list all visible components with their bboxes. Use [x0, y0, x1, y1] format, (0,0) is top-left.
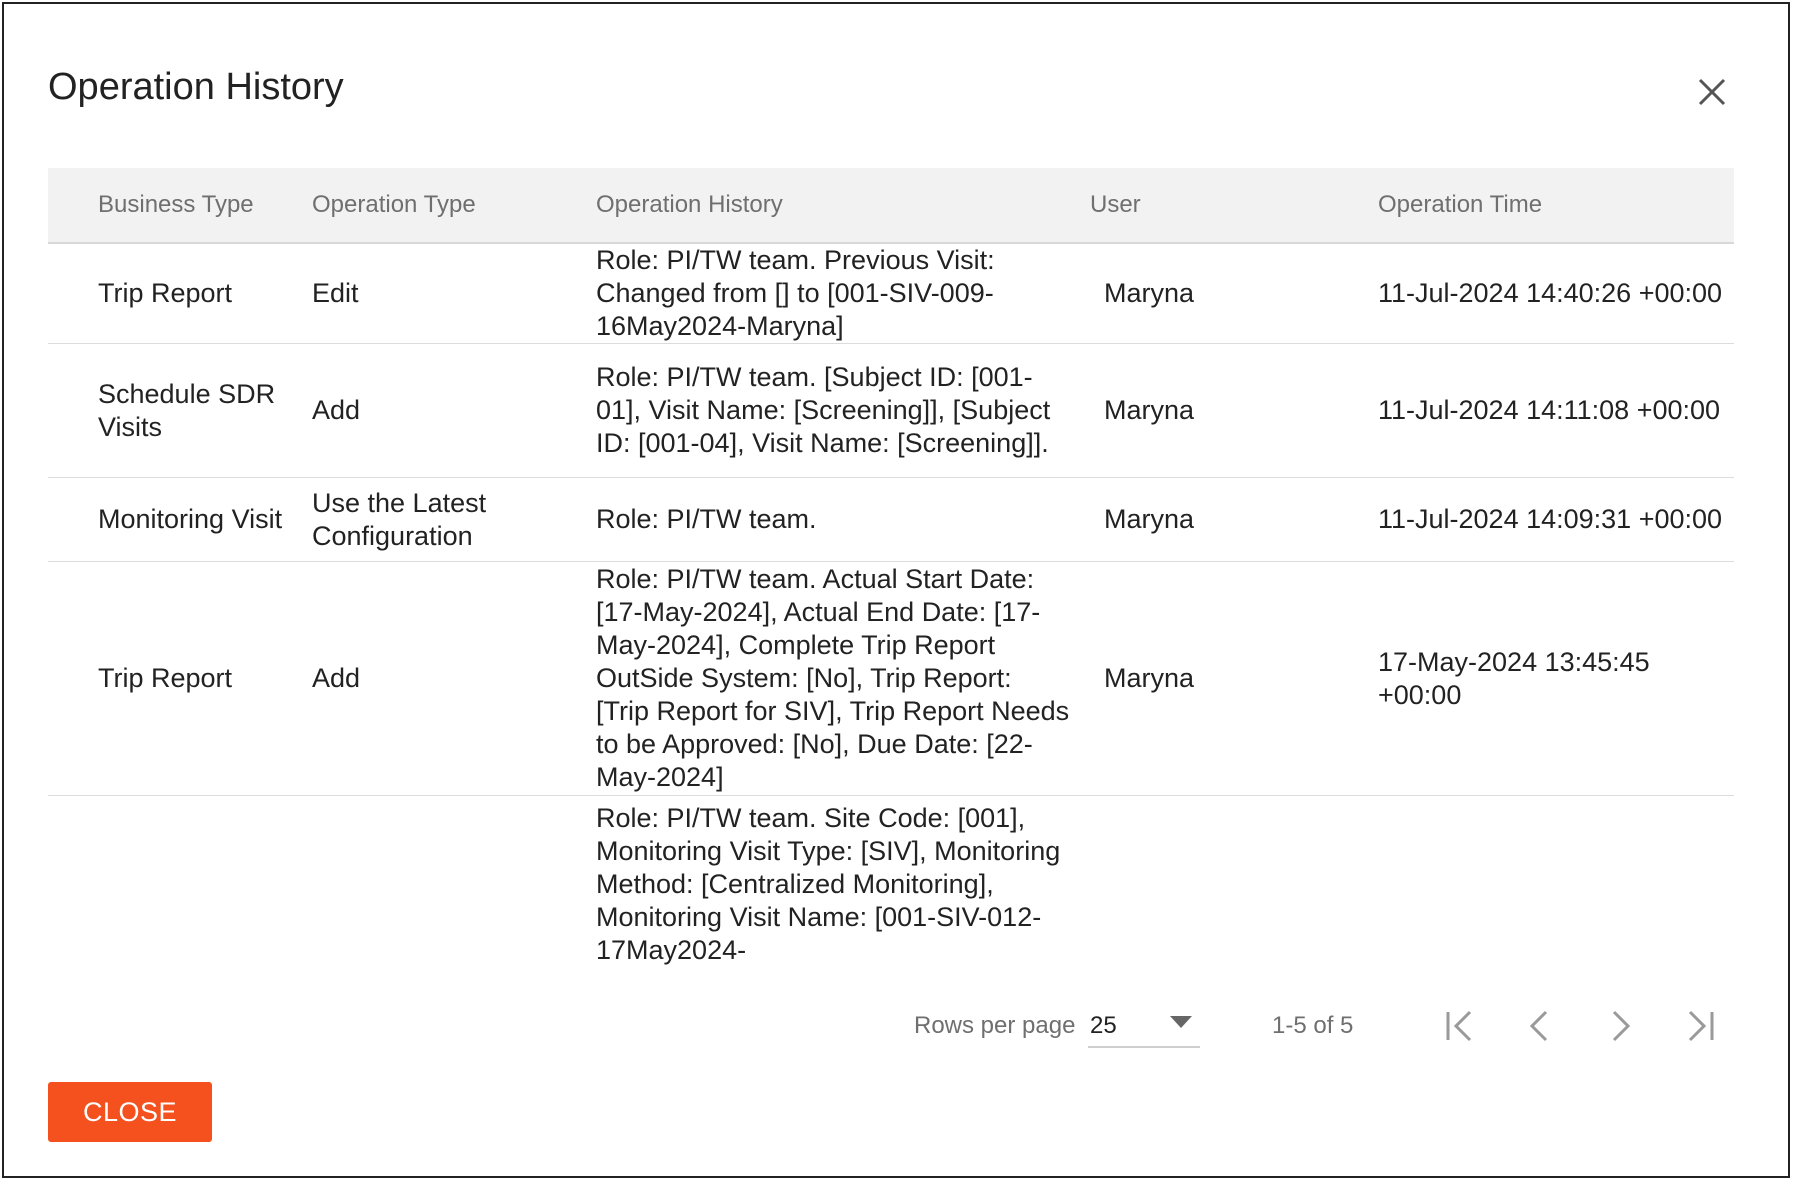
operation-history-dialog: Operation History Business Type Operatio… [2, 2, 1790, 1178]
dialog-title: Operation History [48, 66, 344, 108]
cell-operation-history: Role: PI/TW team. Actual Start Date: [17… [596, 561, 1090, 796]
header-operation-history: Operation History [596, 168, 1090, 244]
first-page-icon [1446, 1010, 1472, 1042]
caret-down-icon [1170, 1016, 1192, 1028]
cell-operation-type: Use the Latest Configuration [312, 477, 596, 562]
table-row: Monitoring Visit Use the Latest Configur… [48, 477, 1734, 562]
cell-operation-type: Add [312, 343, 596, 478]
cell-business-type [48, 795, 312, 968]
next-page-button[interactable] [1600, 1006, 1640, 1046]
cell-operation-time: 11-Jul-2024 14:09:31 +00:00 [1378, 477, 1734, 562]
cell-operation-type: Add [312, 561, 596, 796]
rows-per-page-select[interactable]: 25 [1088, 1002, 1200, 1048]
header-business-type: Business Type [48, 168, 312, 244]
rows-per-page-value: 25 [1090, 1012, 1117, 1039]
cell-operation-time: 11-Jul-2024 14:40:26 +00:00 [1378, 243, 1734, 344]
previous-page-button[interactable] [1520, 1006, 1560, 1046]
cell-operation-history: Role: PI/TW team. Previous Visit: Change… [596, 243, 1090, 344]
close-icon[interactable] [1694, 74, 1730, 110]
cell-business-type: Schedule SDR Visits [48, 343, 312, 478]
rows-per-page-label: Rows per page [914, 1012, 1076, 1039]
cell-business-type: Trip Report [48, 561, 312, 796]
cell-operation-time [1378, 795, 1734, 968]
table-row: Trip Report Edit Role: PI/TW team. Previ… [48, 243, 1734, 344]
table-row: Role: PI/TW team. Site Code: [001], Moni… [48, 795, 1734, 968]
cell-operation-type [312, 795, 596, 968]
cell-operation-history: Role: PI/TW team. [Subject ID: [001-01],… [596, 343, 1090, 478]
cell-business-type: Monitoring Visit [48, 477, 312, 562]
table-header-row: Business Type Operation Type Operation H… [48, 168, 1734, 244]
cell-user: Maryna [1090, 243, 1378, 344]
last-page-button[interactable] [1680, 1006, 1720, 1046]
cell-operation-type: Edit [312, 243, 596, 344]
table-row: Trip Report Add Role: PI/TW team. Actual… [48, 561, 1734, 796]
cell-operation-history: Role: PI/TW team. Site Code: [001], Moni… [596, 795, 1090, 968]
first-page-button[interactable] [1440, 1006, 1480, 1046]
chevron-left-icon [1529, 1010, 1548, 1042]
cell-user [1090, 795, 1378, 968]
close-button[interactable]: CLOSE [48, 1082, 212, 1142]
chevron-right-icon [1612, 1010, 1631, 1042]
history-table: Business Type Operation Type Operation H… [48, 168, 1734, 968]
last-page-icon [1688, 1010, 1714, 1042]
history-table-container[interactable]: Business Type Operation Type Operation H… [48, 168, 1734, 968]
header-operation-time: Operation Time [1378, 168, 1734, 244]
header-user: User [1090, 168, 1378, 244]
pagination-bar: Rows per page 25 1-5 of 5 [4, 994, 1788, 1054]
cell-business-type: Trip Report [48, 243, 312, 344]
header-operation-type: Operation Type [312, 168, 596, 244]
pagination-range: 1-5 of 5 [1272, 1012, 1354, 1039]
cell-operation-history: Role: PI/TW team. [596, 477, 1090, 562]
cell-user: Maryna [1090, 343, 1378, 478]
table-row: Schedule SDR Visits Add Role: PI/TW team… [48, 343, 1734, 478]
cell-user: Maryna [1090, 561, 1378, 796]
cell-operation-time: 11-Jul-2024 14:11:08 +00:00 [1378, 343, 1734, 478]
cell-operation-time: 17-May-2024 13:45:45 +00:00 [1378, 561, 1734, 796]
cell-user: Maryna [1090, 477, 1378, 562]
